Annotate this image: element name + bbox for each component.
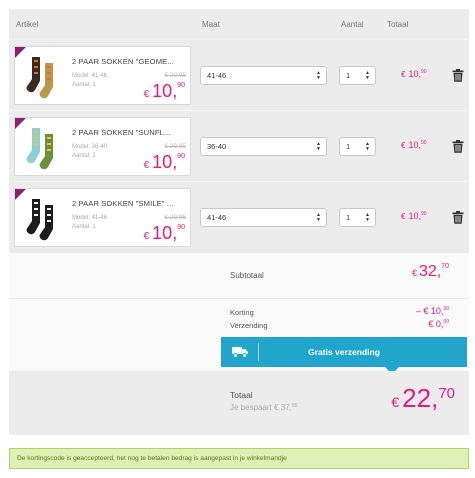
shipping-label: Verzending	[230, 321, 268, 330]
header-article: Artikel	[16, 19, 39, 29]
discount-section: Korting – € 10,00 Verzending € 0,00 Grat…	[9, 298, 469, 374]
cart-item-row: 2 PAAR SOKKEN "GEOME... Model: 41-46 Aan…	[9, 39, 469, 110]
quantity-select[interactable]: 1 ▲ ▼	[339, 66, 376, 85]
savings-label: Je bespaart € 37,50	[230, 403, 298, 412]
old-price: € 29,95	[164, 143, 186, 150]
cart-item-row: 2 PAAR SOKKEN "SUNFL... Model: 36-40 Aan…	[9, 110, 469, 181]
item-price: €10,90	[143, 81, 185, 101]
select-arrows-icon: ▲ ▼	[316, 212, 321, 223]
product-name[interactable]: 2 PAAR SOKKEN "GEOME...	[72, 57, 174, 66]
row-total: €10,90	[401, 69, 427, 79]
socks-thumbnail	[26, 57, 53, 99]
socks-thumbnail	[26, 128, 53, 170]
free-shipping-banner: Gratis verzending	[221, 337, 467, 367]
product-meta: Model: 41-46 Aantal: 1	[72, 214, 107, 232]
quantity-value: 1	[346, 71, 351, 80]
size-select[interactable]: 41-46 ▲ ▼	[200, 208, 327, 227]
header-size: Maat	[202, 19, 220, 29]
old-price: € 29,95	[164, 72, 186, 79]
size-select[interactable]: 41-46 ▲ ▼	[200, 66, 327, 85]
select-arrows-icon: ▲ ▼	[316, 141, 321, 152]
subtotal-row: Subtotaal €32,70	[9, 252, 469, 298]
trash-icon[interactable]	[452, 69, 464, 82]
select-arrows-icon: ▲ ▼	[365, 212, 370, 223]
product-model: Model: 41-46	[72, 215, 108, 221]
product-model: Model: 41-46	[72, 73, 108, 79]
item-price: €10,90	[143, 223, 185, 243]
product-model: Model: 36-40	[72, 144, 108, 150]
header-total: Totaal	[387, 19, 409, 29]
trash-icon[interactable]	[452, 140, 464, 153]
item-price: €10,90	[143, 152, 185, 172]
product-card[interactable]: 2 PAAR SOKKEN "SMILE" ... Model: 41-46 A…	[14, 188, 191, 247]
size-value: 41-46	[207, 213, 227, 222]
total-value: €22,70	[391, 383, 455, 413]
product-meta: Model: 36-40 Aantal: 1	[72, 143, 107, 161]
select-arrows-icon: ▲ ▼	[365, 70, 370, 81]
cart-header: Artikel Maat Aantal Totaal	[9, 9, 469, 39]
product-name[interactable]: 2 PAAR SOKKEN "SMILE" ...	[72, 199, 173, 208]
subtotal-label: Subtotaal	[230, 271, 264, 280]
discount-accepted-alert: De kortingscode is geaccepteerd, het nog…	[9, 448, 469, 469]
socks-thumbnail	[26, 199, 53, 241]
total-label: Totaal	[230, 390, 253, 400]
quantity-select[interactable]: 1 ▲ ▼	[339, 137, 376, 156]
size-value: 41-46	[207, 71, 227, 80]
product-name[interactable]: 2 PAAR SOKKEN "SUNFL...	[72, 128, 171, 137]
quantity-select[interactable]: 1 ▲ ▼	[339, 208, 376, 227]
header-qty: Aantal	[341, 19, 364, 29]
shopping-cart: Artikel Maat Aantal Totaal 2 PAAR SOKKEN…	[9, 9, 469, 435]
row-total: €10,90	[401, 140, 427, 150]
product-card[interactable]: 2 PAAR SOKKEN "GEOME... Model: 41-46 Aan…	[14, 46, 191, 105]
select-arrows-icon: ▲ ▼	[316, 70, 321, 81]
free-shipping-label: Gratis verzending	[308, 347, 380, 357]
cart-summary: Subtotaal €32,70 Korting – € 10,00 Verze…	[9, 252, 469, 435]
product-qty: Aantal: 1	[72, 224, 96, 230]
subtotal-value: €32,70	[411, 263, 449, 280]
select-arrows-icon: ▲ ▼	[365, 141, 370, 152]
row-total: €10,90	[401, 211, 427, 221]
product-qty: Aantal: 1	[72, 82, 96, 88]
trash-icon[interactable]	[452, 211, 464, 224]
old-price: € 29,95	[164, 214, 186, 221]
discount-value: – € 10,00	[415, 306, 449, 316]
total-row: Totaal Je bespaart € 37,50 €22,70	[9, 371, 469, 435]
shipping-value: € 0,00	[428, 319, 449, 329]
size-value: 36-40	[207, 142, 227, 151]
cart-item-row: 2 PAAR SOKKEN "SMILE" ... Model: 41-46 A…	[9, 181, 469, 252]
product-card[interactable]: 2 PAAR SOKKEN "SUNFL... Model: 36-40 Aan…	[14, 117, 191, 176]
quantity-value: 1	[346, 142, 351, 151]
product-meta: Model: 41-46 Aantal: 1	[72, 72, 107, 90]
discount-label: Korting	[230, 308, 254, 317]
size-select[interactable]: 36-40 ▲ ▼	[200, 137, 327, 156]
quantity-value: 1	[346, 213, 351, 222]
product-qty: Aantal: 1	[72, 153, 96, 159]
truck-icon	[221, 343, 259, 361]
